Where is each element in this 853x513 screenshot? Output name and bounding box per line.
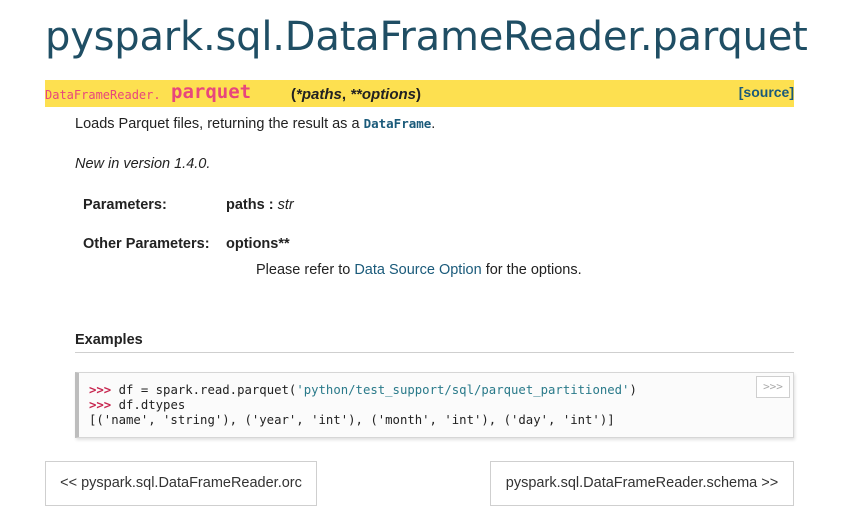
description-period: . bbox=[431, 116, 436, 132]
data-source-option-link[interactable]: Data Source Option bbox=[354, 262, 481, 278]
prev-page-button[interactable]: << pyspark.sql.DataFrameReader.orc bbox=[45, 461, 317, 506]
signature-class-prefix: DataFrameReader. bbox=[45, 88, 161, 102]
version-added-note: New in version 1.4.0. bbox=[75, 156, 211, 172]
code-string-1: 'python/test_support/sql/parquet_partiti… bbox=[296, 383, 630, 397]
parameter-paths: paths : str bbox=[226, 197, 294, 213]
copy-prompt-button[interactable]: >>> bbox=[756, 376, 790, 398]
code-line-1-end: ) bbox=[629, 383, 637, 397]
signature-paren-close: ) bbox=[416, 86, 422, 103]
page-title: pyspark.sql.DataFrameReader.parquet bbox=[45, 14, 808, 60]
function-signature: DataFrameReader. parquet (*paths, **opti… bbox=[45, 80, 794, 107]
dataframe-link[interactable]: DataFrame bbox=[364, 116, 432, 131]
options-description: Please refer to Data Source Option for t… bbox=[256, 262, 582, 278]
code-output: [('name', 'string'), ('year', 'int'), ('… bbox=[89, 413, 615, 427]
prompt-2: >>> bbox=[89, 398, 112, 412]
next-page-button[interactable]: pyspark.sql.DataFrameReader.schema >> bbox=[490, 461, 794, 506]
code-content: >>> df = spark.read.parquet('python/test… bbox=[89, 383, 637, 428]
examples-divider bbox=[75, 352, 794, 353]
parameters-label: Parameters: bbox=[83, 197, 167, 213]
signature-arg-options: **options bbox=[350, 86, 417, 103]
parameter-options: options** bbox=[226, 236, 290, 252]
other-parameters-label: Other Parameters: bbox=[83, 236, 210, 252]
examples-heading: Examples bbox=[75, 332, 143, 348]
signature-args: (*paths, **options) bbox=[291, 86, 421, 103]
source-link[interactable]: [source] bbox=[739, 84, 794, 100]
code-line-2: df.dtypes bbox=[111, 398, 186, 412]
signature-arg-paths: *paths bbox=[296, 86, 342, 103]
parameter-name: paths bbox=[226, 197, 265, 213]
prompt-1: >>> bbox=[89, 383, 112, 397]
description-text: Loads Parquet files, returning the resul… bbox=[75, 116, 364, 132]
signature-method-name: parquet bbox=[171, 81, 252, 103]
options-desc-before: Please refer to bbox=[256, 262, 355, 278]
parameter-type: str bbox=[277, 197, 294, 213]
signature-sep: , bbox=[341, 86, 351, 103]
description: Loads Parquet files, returning the resul… bbox=[75, 116, 435, 132]
options-desc-after: for the options. bbox=[481, 262, 582, 278]
parameter-colon: : bbox=[264, 197, 278, 213]
code-line-1: df = spark.read.parquet( bbox=[111, 383, 297, 397]
code-block: >>> >>> df = spark.read.parquet('python/… bbox=[75, 372, 794, 438]
